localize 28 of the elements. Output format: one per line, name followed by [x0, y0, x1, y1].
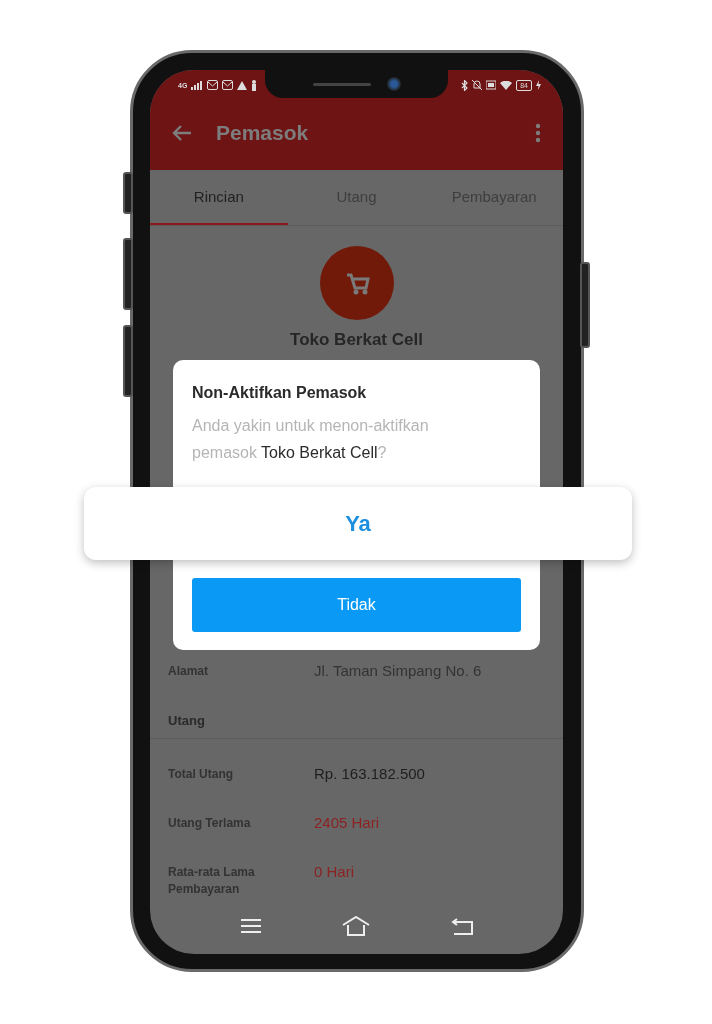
no-button[interactable]: Tidak — [192, 578, 521, 632]
wifi-icon — [500, 80, 513, 90]
mail-icon — [207, 80, 219, 90]
screen-title: Pemasok — [216, 121, 310, 145]
dialog-title: Non-Aktifkan Pemasok — [192, 384, 368, 402]
charging-icon — [536, 80, 541, 90]
muted-bell-icon — [472, 80, 483, 90]
speaker-grille — [312, 82, 371, 86]
cart-avatar-icon — [319, 246, 394, 320]
home-icon[interactable] — [341, 916, 370, 936]
camera-lens — [386, 77, 401, 91]
figure-icon — [251, 79, 258, 91]
menu-icon[interactable] — [240, 918, 261, 934]
back-arrow-icon[interactable] — [172, 124, 192, 142]
bluetooth-icon — [461, 79, 469, 91]
yes-button[interactable]: Ya — [84, 487, 632, 560]
section-title: Utang — [150, 680, 563, 739]
triangle-icon — [237, 80, 248, 90]
signal-icon — [191, 80, 204, 90]
mail-icon — [222, 80, 234, 90]
supplier-name: Toko Berkat Cell — [290, 330, 423, 350]
dialog-message: Anda yakin untuk menon-aktifkan pemasok Toko Berkat Cell? — [192, 416, 430, 463]
field-value: 2405 Hari — [314, 813, 380, 832]
more-menu-icon[interactable] — [535, 123, 541, 143]
field-value: Rp. 163.182.500 — [314, 764, 425, 783]
field-value: 0 Hari — [314, 862, 354, 881]
back-icon[interactable] — [450, 917, 473, 935]
tab[interactable]: Rincian — [150, 170, 288, 225]
